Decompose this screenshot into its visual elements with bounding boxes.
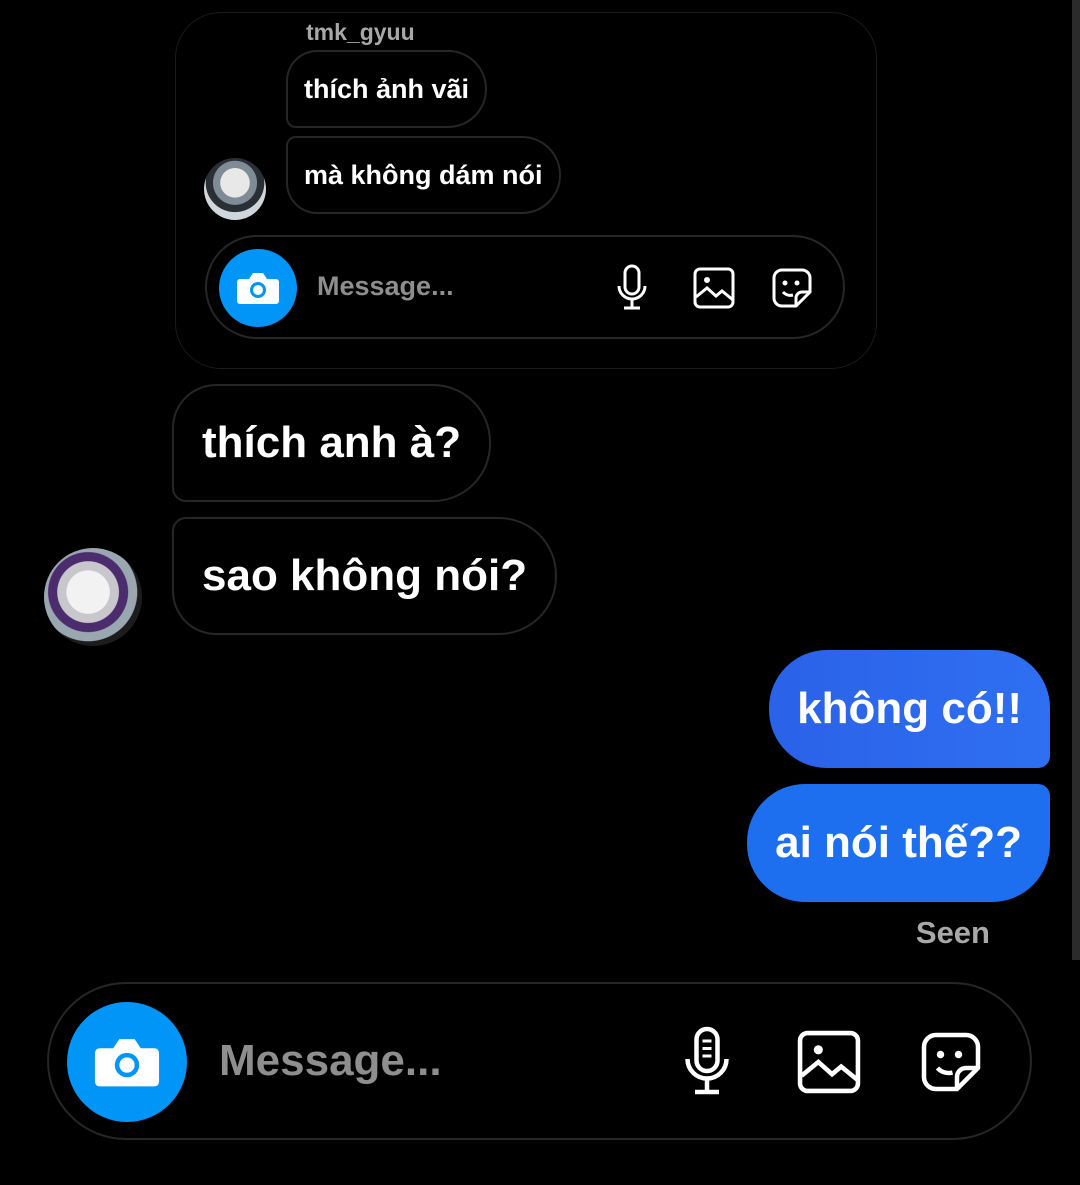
camera-icon — [94, 1039, 160, 1087]
gallery-button[interactable] — [791, 1024, 867, 1100]
sent-message-2[interactable]: ai nói thế?? — [747, 784, 1050, 902]
microphone-button[interactable] — [669, 1024, 745, 1100]
quoted-username: tmk_gyuu — [306, 19, 415, 45]
quoted-message-placeholder: Message... — [317, 271, 454, 301]
quoted-composer: Message... — [205, 235, 845, 339]
quoted-microphone-icon — [607, 263, 657, 313]
gallery-icon — [797, 1030, 861, 1094]
message-composer: Message... — [47, 982, 1032, 1140]
seen-status: Seen — [915, 915, 990, 950]
sent-message-1[interactable]: không có!! — [769, 650, 1050, 768]
camera-button[interactable] — [67, 1002, 187, 1122]
quoted-message-1: thích ảnh vãi — [286, 50, 488, 128]
chat-screen: tmk_gyuu thích ảnh vãi mà không dám nói … — [0, 0, 1080, 1185]
received-message-2[interactable]: sao không nói? — [172, 517, 558, 635]
quoted-camera-icon — [219, 249, 297, 327]
message-input[interactable]: Message... — [219, 1036, 442, 1086]
quoted-message-2: mà không dám nói — [286, 136, 561, 214]
quoted-avatar — [204, 158, 266, 220]
scrollbar[interactable] — [1072, 0, 1080, 960]
quoted-sticker-icon — [767, 263, 817, 313]
sender-avatar[interactable] — [44, 548, 142, 646]
sticker-button[interactable] — [913, 1024, 989, 1100]
sticker-icon — [921, 1032, 981, 1092]
received-message-1[interactable]: thích anh à? — [172, 384, 492, 502]
microphone-icon — [685, 1026, 729, 1095]
quoted-chat-panel: tmk_gyuu thích ảnh vãi mà không dám nói … — [175, 12, 877, 369]
quoted-gallery-icon — [689, 263, 739, 313]
